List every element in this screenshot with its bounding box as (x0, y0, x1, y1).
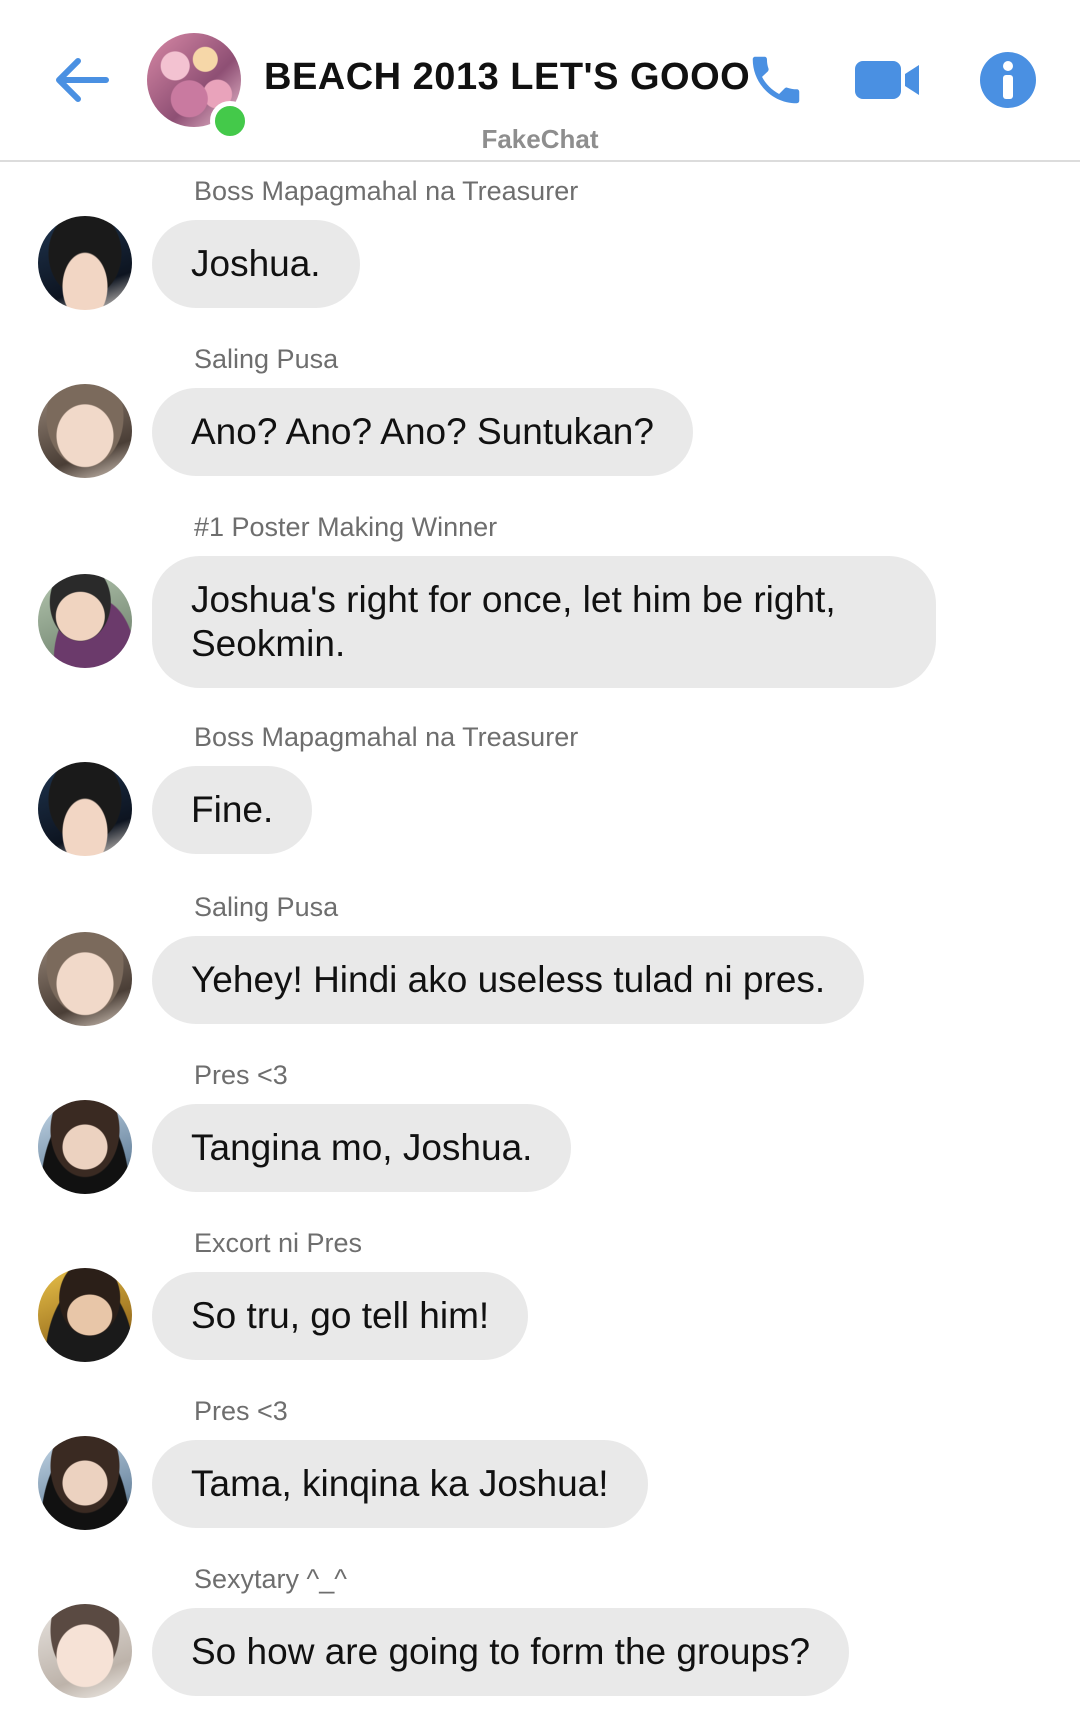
fakechat-watermark: FakeChat (481, 124, 599, 154)
video-call-button[interactable] (853, 45, 923, 115)
message-bubble[interactable]: Ano? Ano? Ano? Suntukan? (152, 388, 693, 476)
message-row: Sexytary ^_^ So how are going to form th… (0, 1550, 1080, 1718)
message-row: Pres <3 Tama, kinqina ka Joshua! (0, 1382, 1080, 1550)
sender-avatar[interactable] (38, 762, 132, 856)
sender-name: Saling Pusa (194, 344, 339, 374)
sender-name: Boss Mapagmahal na Treasurer (194, 176, 579, 206)
sender-name: Excort ni Pres (194, 1228, 363, 1258)
message-list[interactable]: Boss Mapagmahal na Treasurer Joshua. Sal… (0, 162, 1080, 1718)
message-bubble[interactable]: So how are going to form the groups? (152, 1608, 850, 1696)
message-bubble[interactable]: Fine. (152, 766, 313, 854)
message-row: #1 Poster Making Winner Joshua's right f… (0, 498, 1080, 710)
message-bubble[interactable]: Yehey! Hindi ako useless tulad ni pres. (152, 936, 865, 1024)
sender-name: Boss Mapagmahal na Treasurer (194, 722, 579, 752)
sender-name: Pres <3 (194, 1396, 288, 1426)
message-bubble[interactable]: Tama, kinqina ka Joshua! (152, 1440, 648, 1528)
chat-title[interactable]: BEACH 2013 LET'S GOOO (264, 56, 750, 99)
message-bubble[interactable]: Joshua. (152, 220, 360, 308)
message-bubble[interactable]: Joshua's right for once, let him be righ… (152, 556, 936, 688)
message-row: Saling Pusa Ano? Ano? Ano? Suntukan? (0, 330, 1080, 498)
sender-avatar[interactable] (38, 1268, 132, 1362)
call-button[interactable] (741, 45, 811, 115)
sender-name: Sexytary ^_^ (194, 1564, 347, 1594)
message-bubble[interactable]: Tangina mo, Joshua. (152, 1104, 572, 1192)
sender-avatar[interactable] (38, 932, 132, 1026)
message-row: Pres <3 Tangina mo, Joshua. (0, 1046, 1080, 1214)
message-row: Excort ni Pres So tru, go tell him! (0, 1214, 1080, 1382)
sender-name: Saling Pusa (194, 892, 339, 922)
sender-avatar[interactable] (38, 1604, 132, 1698)
back-arrow-icon (56, 58, 109, 102)
back-button[interactable] (52, 50, 112, 110)
info-icon (980, 52, 1036, 108)
sender-avatar[interactable] (38, 384, 132, 478)
chat-screen: BEACH 2013 LET'S GOOO FakeChat Boss Mapa… (0, 0, 1080, 1719)
sender-avatar[interactable] (38, 1100, 132, 1194)
sender-name: Pres <3 (194, 1060, 288, 1090)
message-row: Saling Pusa Yehey! Hindi ako useless tul… (0, 878, 1080, 1046)
sender-avatar[interactable] (38, 216, 132, 310)
sender-avatar[interactable] (38, 574, 132, 668)
sender-avatar[interactable] (38, 1436, 132, 1530)
message-bubble[interactable]: So tru, go tell him! (152, 1272, 529, 1360)
video-camera-icon (855, 61, 919, 99)
phone-icon (752, 56, 800, 104)
chat-header: BEACH 2013 LET'S GOOO FakeChat (0, 0, 1080, 162)
sender-name: #1 Poster Making Winner (194, 512, 498, 542)
message-row: Boss Mapagmahal na Treasurer Fine. (0, 710, 1080, 878)
info-button[interactable] (973, 45, 1043, 115)
message-row: Boss Mapagmahal na Treasurer Joshua. (0, 162, 1080, 330)
